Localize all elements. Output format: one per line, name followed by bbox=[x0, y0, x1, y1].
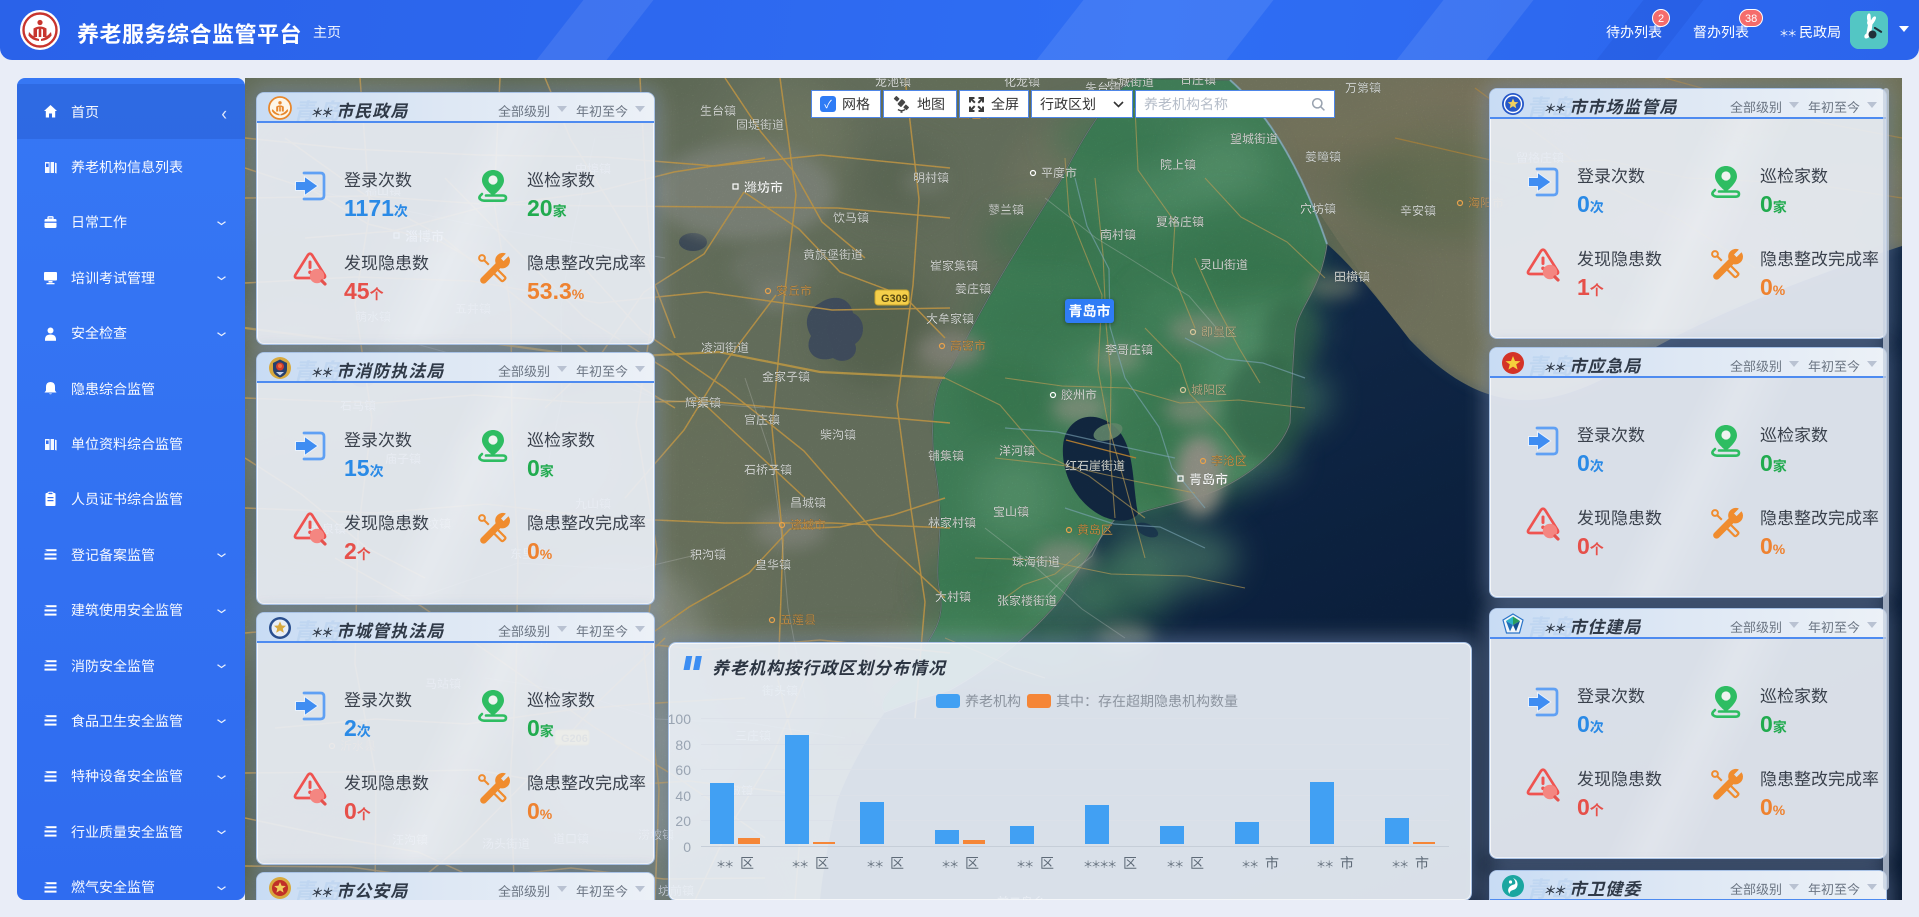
svg-text:穴坊镇: 穴坊镇 bbox=[1300, 200, 1336, 217]
svg-text:昌城镇: 昌城镇 bbox=[790, 494, 826, 511]
svg-text:积沟镇: 积沟镇 bbox=[690, 546, 726, 563]
svg-text:生台镇: 生台镇 bbox=[700, 102, 736, 119]
svg-text:五莲县: 五莲县 bbox=[780, 611, 816, 628]
svg-text:饮马镇: 饮马镇 bbox=[833, 209, 869, 226]
svg-text:辉渠镇: 辉渠镇 bbox=[685, 394, 721, 411]
svg-text:皇华镇: 皇华镇 bbox=[755, 556, 791, 573]
svg-text:黄旗堡街道: 黄旗堡街道 bbox=[803, 246, 863, 263]
svg-text:宝山镇: 宝山镇 bbox=[993, 503, 1029, 520]
svg-text:城阳区: 城阳区 bbox=[1191, 381, 1227, 398]
svg-text:姜疃镇: 姜疃镇 bbox=[1305, 148, 1341, 165]
svg-text:李沧区: 李沧区 bbox=[1211, 452, 1247, 469]
svg-text:姜庄镇: 姜庄镇 bbox=[955, 280, 991, 297]
svg-text:珠海街道: 珠海街道 bbox=[1012, 553, 1060, 570]
svg-text:石桥子镇: 石桥子镇 bbox=[744, 461, 792, 478]
svg-text:辛安镇: 辛安镇 bbox=[1400, 202, 1436, 219]
svg-text:金家子镇: 金家子镇 bbox=[762, 368, 810, 385]
svg-text:凌河街道: 凌河街道 bbox=[701, 339, 749, 356]
svg-text:G309: G309 bbox=[881, 293, 908, 305]
svg-text:红石崖街道: 红石崖街道 bbox=[1065, 457, 1125, 474]
svg-text:灵山街道: 灵山街道 bbox=[1200, 256, 1248, 273]
svg-text:大村镇: 大村镇 bbox=[935, 588, 971, 605]
svg-text:张家楼街道: 张家楼街道 bbox=[997, 592, 1057, 609]
svg-text:李哥庄镇: 李哥庄镇 bbox=[1105, 341, 1153, 358]
svg-text:潍坊市: 潍坊市 bbox=[744, 177, 783, 196]
svg-text:即墨区: 即墨区 bbox=[1201, 323, 1237, 340]
svg-text:夏格庄镇: 夏格庄镇 bbox=[1156, 213, 1204, 230]
svg-text:高密市: 高密市 bbox=[950, 337, 986, 354]
svg-text:青岛市: 青岛市 bbox=[1189, 469, 1228, 488]
svg-text:龙池镇: 龙池镇 bbox=[875, 78, 911, 90]
svg-text:蓼兰镇: 蓼兰镇 bbox=[988, 201, 1024, 218]
svg-text:林家村镇: 林家村镇 bbox=[928, 514, 976, 531]
svg-text:洋河镇: 洋河镇 bbox=[999, 442, 1035, 459]
svg-text:化龙镇: 化龙镇 bbox=[1004, 78, 1040, 90]
svg-text:铺集镇: 铺集镇 bbox=[928, 447, 964, 464]
svg-text:官庄镇: 官庄镇 bbox=[744, 411, 780, 428]
svg-text:望城街道: 望城街道 bbox=[1230, 130, 1278, 147]
svg-text:日庄镇: 日庄镇 bbox=[1180, 78, 1216, 88]
svg-text:固堤街道: 固堤街道 bbox=[736, 116, 784, 133]
svg-text:明村镇: 明村镇 bbox=[913, 169, 949, 186]
svg-text:田横镇: 田横镇 bbox=[1334, 268, 1370, 285]
svg-text:万第镇: 万第镇 bbox=[1345, 79, 1381, 96]
svg-text:黄岛区: 黄岛区 bbox=[1077, 521, 1113, 538]
svg-text:安丘市: 安丘市 bbox=[776, 282, 812, 299]
svg-text:平度市: 平度市 bbox=[1041, 164, 1077, 181]
svg-text:柴沟镇: 柴沟镇 bbox=[820, 426, 856, 443]
svg-text:崔家集镇: 崔家集镇 bbox=[930, 257, 978, 274]
svg-text:大牟家镇: 大牟家镇 bbox=[926, 310, 974, 327]
svg-text:诸城市: 诸城市 bbox=[790, 516, 826, 533]
svg-text:院上镇: 院上镇 bbox=[1160, 156, 1196, 173]
svg-text:胶州市: 胶州市 bbox=[1061, 386, 1097, 403]
svg-text:南村镇: 南村镇 bbox=[1100, 226, 1136, 243]
